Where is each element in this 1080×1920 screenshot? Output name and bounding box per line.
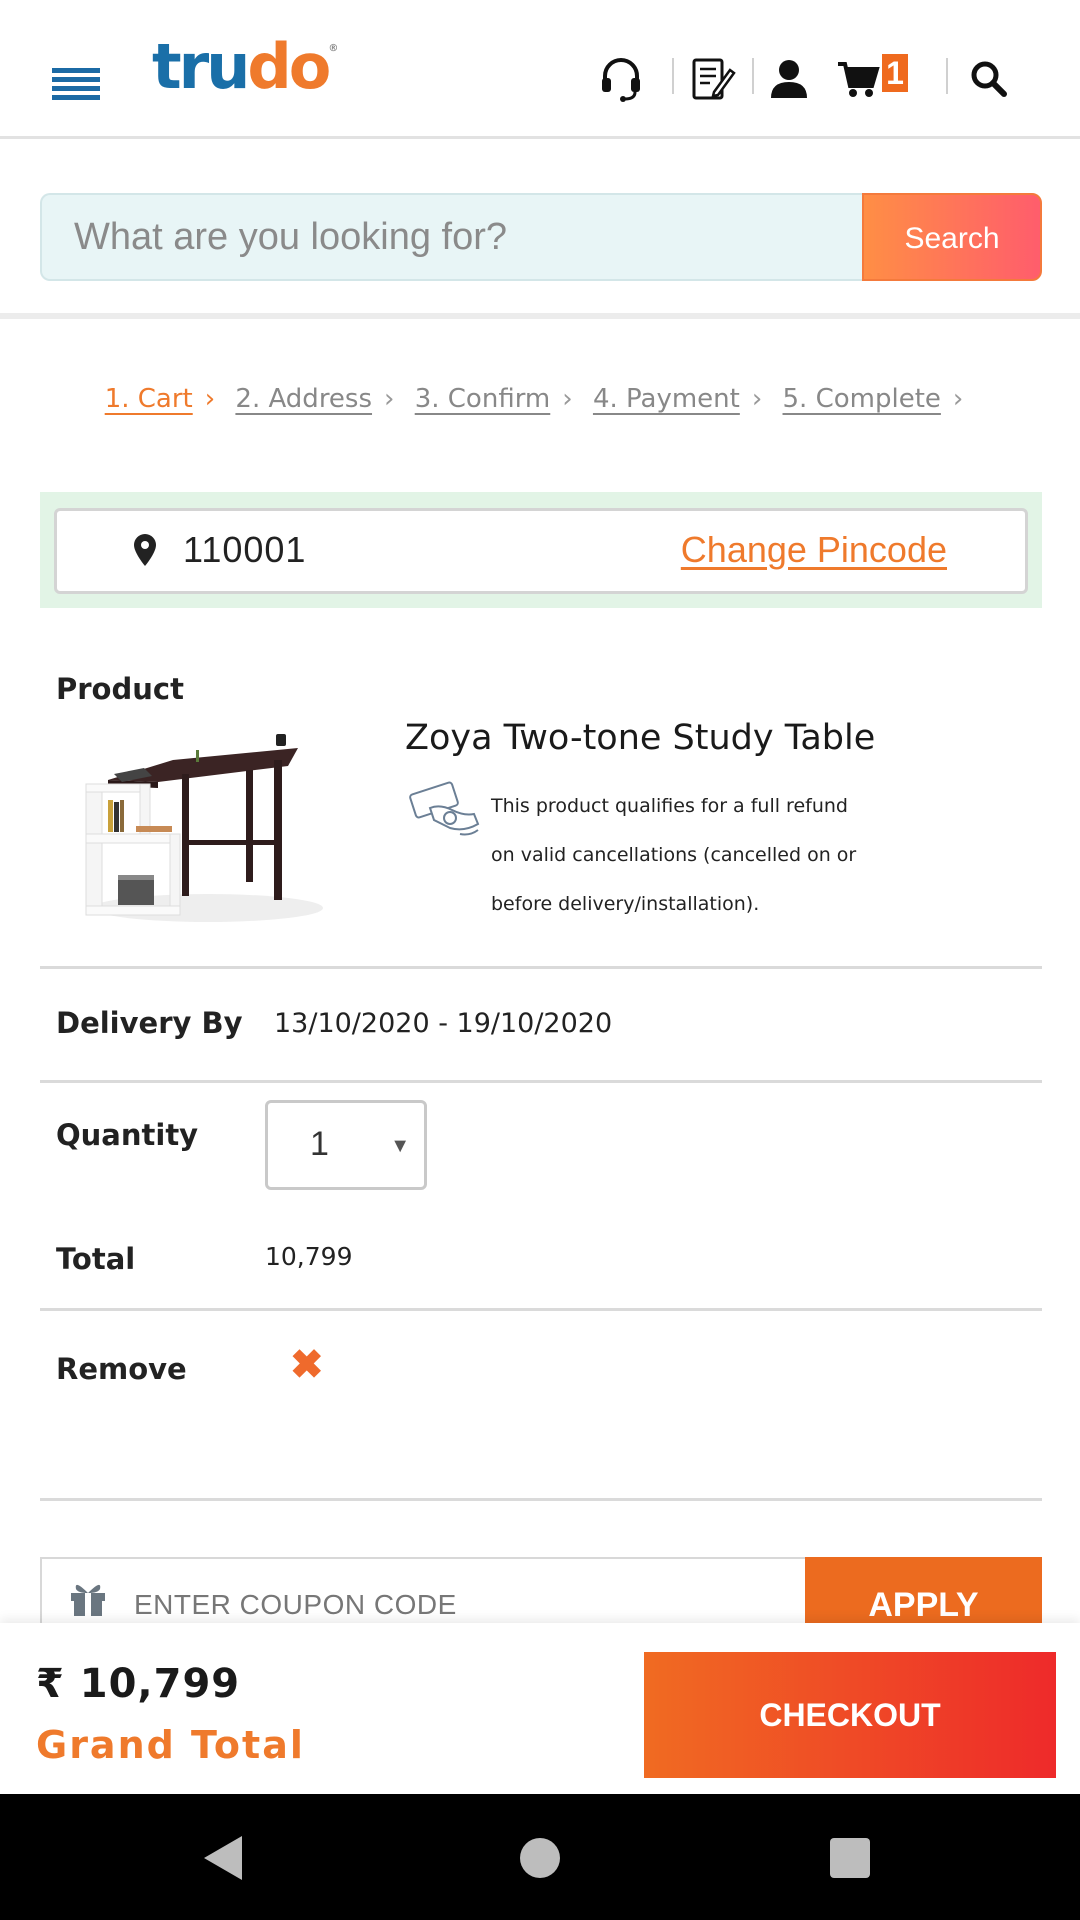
search-button[interactable]: Search — [862, 193, 1042, 281]
refund-line: on valid cancellations (cancelled on or — [491, 844, 857, 866]
chevron-right-icon: › — [952, 384, 964, 414]
pincode-value: 110001 — [183, 529, 307, 570]
back-icon[interactable] — [204, 1836, 242, 1880]
total-value: 10,799 — [265, 1242, 353, 1271]
divider — [40, 1498, 1042, 1501]
search-icon[interactable] — [964, 54, 1014, 104]
divider — [40, 1308, 1042, 1311]
chevron-right-icon: › — [562, 384, 573, 414]
refund-line: before delivery/installation). — [491, 893, 760, 915]
logo[interactable]: trudo® — [152, 36, 338, 98]
chevron-right-icon: › — [204, 384, 216, 414]
close-icon[interactable]: ✖ — [290, 1342, 324, 1388]
checkout-steps: 1. Cart › 2. Address › 3. Confirm › 4. Paym… — [0, 384, 1080, 414]
map-pin-icon — [133, 533, 157, 572]
quantity-value: 1 — [310, 1125, 329, 1163]
chevron-right-icon: › — [384, 384, 395, 414]
delivery-label: Delivery By — [56, 1006, 243, 1040]
divider — [40, 966, 1042, 969]
step-complete[interactable]: 5. Complete — [783, 384, 941, 414]
coupon-code-input[interactable]: ENTER COUPON CODE — [134, 1589, 457, 1621]
remove-label: Remove — [56, 1352, 187, 1386]
header-divider — [752, 58, 754, 94]
gift-icon — [68, 1581, 108, 1622]
step-address[interactable]: 2. Address — [235, 384, 372, 414]
refund-line: This product qualifies for a full refund — [491, 795, 848, 817]
divider — [40, 1080, 1042, 1083]
quantity-select[interactable]: 1 ▼ — [265, 1100, 427, 1190]
logo-part1: tru — [152, 30, 250, 103]
app-header: trudo® 1 — [0, 0, 1080, 139]
menu-icon[interactable] — [52, 68, 100, 106]
product-image[interactable] — [78, 730, 328, 940]
grand-total-label: Grand Total — [36, 1723, 305, 1767]
system-nav-bar — [0, 1794, 1080, 1920]
logo-reg-mark: ® — [328, 43, 339, 54]
search-bar: What are you looking for? Search — [0, 139, 1080, 319]
home-icon[interactable] — [520, 1838, 560, 1878]
refund-hand-icon — [406, 778, 486, 853]
recent-apps-icon[interactable] — [830, 1838, 870, 1878]
cart-icon[interactable] — [834, 54, 884, 104]
grand-total-amount: ₹ 10,799 — [36, 1661, 241, 1707]
product-title[interactable]: Zoya Two-tone Study Table — [405, 718, 875, 758]
dropdown-arrow-icon: ▼ — [390, 1135, 410, 1157]
chevron-right-icon: › — [751, 384, 763, 414]
pincode-box: 110001 Change Pincode — [54, 508, 1028, 594]
user-icon[interactable] — [764, 54, 814, 104]
refund-policy-text: This product qualifies for a full refund… — [491, 782, 891, 929]
step-confirm[interactable]: 3. Confirm — [415, 384, 551, 414]
notepad-icon[interactable] — [688, 54, 738, 104]
logo-part2: do — [247, 30, 331, 103]
checkout-footer: ₹ 10,799 Grand Total CHECKOUT — [0, 1623, 1080, 1794]
product-section-label: Product — [56, 672, 184, 706]
search-input[interactable]: What are you looking for? — [40, 193, 864, 281]
total-label: Total — [56, 1242, 136, 1276]
step-payment[interactable]: 4. Payment — [593, 384, 740, 414]
step-cart[interactable]: 1. Cart — [105, 384, 193, 414]
cart-count-badge[interactable]: 1 — [882, 54, 908, 92]
quantity-label: Quantity — [56, 1118, 199, 1152]
delivery-date-range: 13/10/2020 - 19/10/2020 — [274, 1008, 613, 1039]
change-pincode-link[interactable]: Change Pincode — [681, 529, 947, 571]
header-divider — [946, 58, 948, 94]
header-divider — [672, 58, 674, 94]
checkout-button[interactable]: CHECKOUT — [644, 1652, 1056, 1778]
headset-icon[interactable] — [596, 54, 646, 104]
pincode-section: 110001 Change Pincode — [40, 492, 1042, 608]
